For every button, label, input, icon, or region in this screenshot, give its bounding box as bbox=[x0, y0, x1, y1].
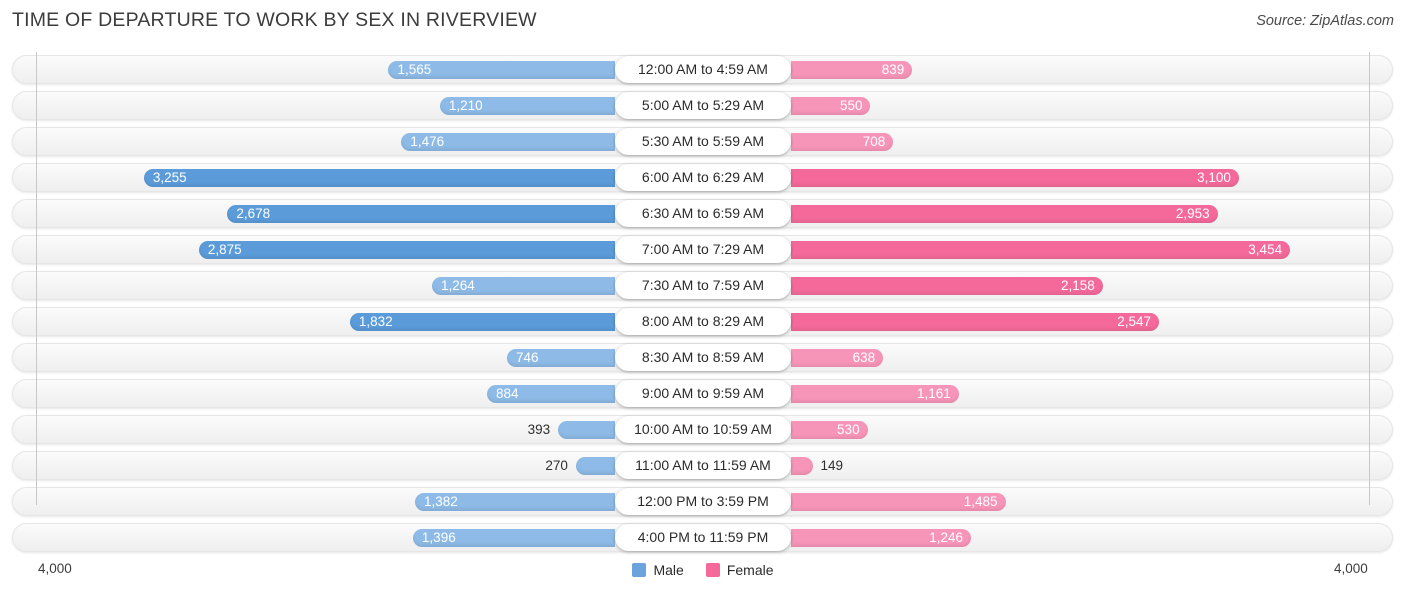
chart-row: 1,565 839 12:00 AM to 4:59 AM bbox=[0, 52, 1406, 88]
value-label-male: 1,476 bbox=[410, 134, 445, 149]
category-label: 5:00 AM to 5:29 AM bbox=[615, 92, 791, 119]
value-label-female: 2,953 bbox=[1175, 206, 1210, 221]
value-label-female: 1,485 bbox=[963, 494, 998, 509]
value-label-male: 2,875 bbox=[207, 242, 242, 257]
chart-row: 1,396 1,246 4:00 PM to 11:59 PM bbox=[0, 520, 1406, 556]
chart-plot-area: 1,565 839 12:00 AM to 4:59 AM 1,210 550 5:00 … bbox=[0, 52, 1406, 557]
category-label: 6:00 AM to 6:29 AM bbox=[615, 164, 791, 191]
value-label-female: 638 bbox=[852, 350, 876, 365]
chart-row: 746 638 8:30 AM to 8:59 AM bbox=[0, 340, 1406, 376]
value-label-male: 884 bbox=[496, 386, 519, 401]
value-label-male: 1,264 bbox=[441, 278, 475, 293]
category-label: 7:30 AM to 7:59 AM bbox=[615, 272, 791, 299]
legend-swatch-icon bbox=[632, 563, 647, 577]
chart-row: 884 1,161 9:00 AM to 9:59 AM bbox=[0, 376, 1406, 412]
page-title: TIME OF DEPARTURE TO WORK BY SEX IN RIVE… bbox=[12, 9, 537, 31]
value-label-female: 2,547 bbox=[1117, 314, 1152, 329]
value-label-female: 839 bbox=[881, 62, 905, 77]
chart-row: 1,210 550 5:00 AM to 5:29 AM bbox=[0, 88, 1406, 124]
value-label-female: 2,158 bbox=[1061, 278, 1095, 293]
category-label: 8:30 AM to 8:59 AM bbox=[615, 344, 791, 371]
chart-footer: 4,000 4,000 Male Female bbox=[0, 557, 1406, 595]
category-label: 12:00 PM to 3:59 PM bbox=[615, 488, 791, 515]
chart-row: 2,678 2,953 6:30 AM to 6:59 AM bbox=[0, 196, 1406, 232]
category-label: 11:00 AM to 11:59 AM bbox=[615, 452, 791, 479]
value-label-male: 1,210 bbox=[448, 98, 483, 113]
value-label-female: 708 bbox=[862, 134, 886, 149]
chart-page: TIME OF DEPARTURE TO WORK BY SEX IN RIVE… bbox=[0, 0, 1406, 595]
legend-label: Male bbox=[653, 562, 684, 578]
chart-row: 2,875 3,454 7:00 AM to 7:29 AM bbox=[0, 232, 1406, 268]
value-label-male: 3,255 bbox=[152, 170, 187, 185]
chart-row: 1,264 2,158 7:30 AM to 7:59 AM bbox=[0, 268, 1406, 304]
bar-male[interactable] bbox=[575, 457, 615, 475]
value-label-male: 746 bbox=[516, 350, 539, 365]
legend-swatch-icon bbox=[705, 563, 720, 577]
chart-legend: Male Female bbox=[0, 562, 1406, 578]
category-label: 10:00 AM to 10:59 AM bbox=[615, 416, 791, 443]
value-label-female: 3,100 bbox=[1197, 170, 1231, 185]
category-label: 6:30 AM to 6:59 AM bbox=[615, 200, 791, 227]
chart-row: 1,832 2,547 8:00 AM to 8:29 AM bbox=[0, 304, 1406, 340]
legend-label: Female bbox=[726, 562, 774, 578]
value-label-female: 3,454 bbox=[1248, 242, 1283, 257]
value-label-male: 1,382 bbox=[423, 494, 458, 509]
chart-row: 1,382 1,485 12:00 PM to 3:59 PM bbox=[0, 484, 1406, 520]
value-label-female: 550 bbox=[839, 98, 863, 113]
value-label-male: 1,565 bbox=[397, 62, 432, 77]
category-label: 4:00 PM to 11:59 PM bbox=[615, 524, 791, 551]
source-attribution: Source: ZipAtlas.com bbox=[1256, 13, 1394, 29]
gridline-right-max bbox=[1369, 52, 1370, 505]
chart-rows: 1,565 839 12:00 AM to 4:59 AM 1,210 550 5:00 … bbox=[0, 52, 1406, 556]
legend-item[interactable]: Female bbox=[705, 562, 774, 578]
gridline-left-max bbox=[36, 52, 37, 505]
category-label: 7:00 AM to 7:29 AM bbox=[615, 236, 791, 263]
value-label-male: 393 bbox=[527, 422, 551, 437]
value-label-male: 1,832 bbox=[358, 314, 393, 329]
chart-row: 3,255 3,100 6:00 AM to 6:29 AM bbox=[0, 160, 1406, 196]
chart-row: 393 530 10:00 AM to 10:59 AM bbox=[0, 412, 1406, 448]
bar-male[interactable] bbox=[143, 169, 615, 187]
value-label-male: 270 bbox=[545, 458, 568, 473]
value-label-female: 1,161 bbox=[916, 386, 951, 401]
value-label-female: 1,246 bbox=[929, 530, 964, 545]
bar-male[interactable] bbox=[227, 205, 615, 223]
legend-item[interactable]: Male bbox=[632, 562, 684, 578]
value-label-male: 2,678 bbox=[236, 206, 271, 221]
bar-male[interactable] bbox=[558, 421, 615, 439]
category-label: 5:30 AM to 5:59 AM bbox=[615, 128, 791, 155]
chart-row: 1,476 708 5:30 AM to 5:59 AM bbox=[0, 124, 1406, 160]
value-label-female: 149 bbox=[820, 458, 844, 473]
category-label: 9:00 AM to 9:59 AM bbox=[615, 380, 791, 407]
bar-female[interactable] bbox=[791, 457, 813, 475]
bar-male[interactable] bbox=[198, 241, 615, 259]
value-label-male: 1,396 bbox=[421, 530, 456, 545]
category-label: 8:00 AM to 8:29 AM bbox=[615, 308, 791, 335]
chart-row: 270 149 11:00 AM to 11:59 AM bbox=[0, 448, 1406, 484]
category-label: 12:00 AM to 4:59 AM bbox=[615, 56, 791, 83]
